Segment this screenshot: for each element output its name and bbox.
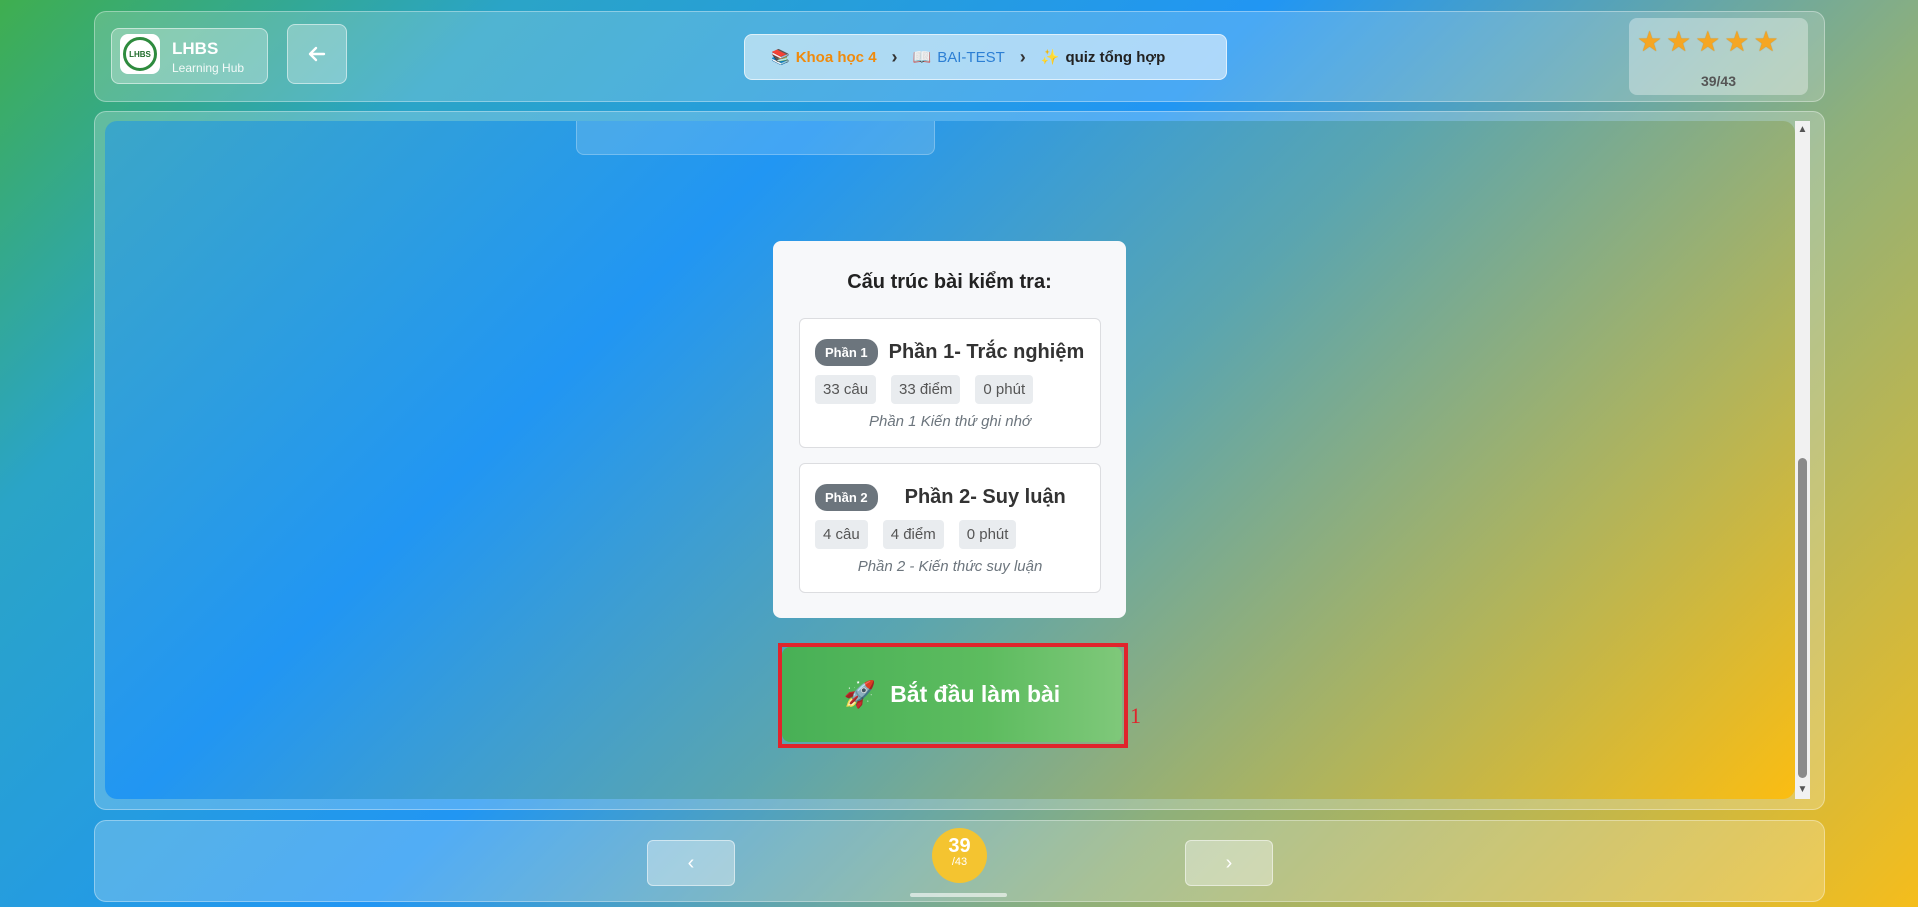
section-badge: Phần 2 xyxy=(815,484,878,511)
star-icon: ★ xyxy=(1724,26,1750,57)
breadcrumb-label: quiz tổng hợp xyxy=(1065,48,1166,66)
chevron-right-icon: › xyxy=(1019,46,1026,67)
app-logo[interactable]: LHBS LHBS Learning Hub xyxy=(111,28,268,84)
next-question-button[interactable]: › xyxy=(1185,840,1273,886)
rocket-icon: 🚀 xyxy=(843,679,877,709)
start-quiz-button[interactable]: 🚀 Bắt đầu làm bài xyxy=(782,647,1122,742)
scroll-up-arrow-icon[interactable]: ▲ xyxy=(1795,123,1810,137)
section-title: Phần 2- Suy luận xyxy=(904,486,1066,508)
points-chip: 4 điểm xyxy=(882,520,944,549)
start-button-label: Bắt đầu làm bài xyxy=(890,681,1061,707)
breadcrumb: 📚 Khoa học 4 › 📖 BAI-TEST › ✨ quiz tổng … xyxy=(744,34,1227,80)
chevron-right-icon: › xyxy=(1225,851,1233,874)
sparkles-icon: ✨ xyxy=(1040,49,1060,66)
star-icon: ★ xyxy=(1637,26,1663,57)
star-icon: ★ xyxy=(1666,26,1692,57)
chevron-right-icon: › xyxy=(891,46,898,67)
question-count-chip: 4 câu xyxy=(815,520,868,549)
logo-badge: LHBS xyxy=(120,34,160,74)
question-count-chip: 33 câu xyxy=(815,375,877,404)
section-card-part-1: Phần 1 Phần 1- Trắc nghiệm 33 câu 33 điể… xyxy=(799,318,1101,448)
breadcrumb-item-lesson[interactable]: 📖 BAI-TEST xyxy=(912,48,1005,67)
breadcrumb-label: BAI-TEST xyxy=(937,48,1005,66)
top-header: LHBS LHBS Learning Hub 📚 Khoa học 4 › 📖 … xyxy=(94,11,1825,102)
duration-chip: 0 phút xyxy=(975,375,1034,404)
bottom-navigation: ‹ 39 /43 › xyxy=(94,820,1825,902)
arrow-left-icon xyxy=(308,46,326,62)
progress-count: 39/43 xyxy=(1700,73,1737,89)
section-title: Phần 1- Trắc nghiệm xyxy=(888,341,1085,363)
annotation-number: 1 xyxy=(1130,703,1141,728)
breadcrumb-item-quiz: ✨ quiz tổng hợp xyxy=(1040,48,1166,67)
quiz-structure-card: Cấu trúc bài kiểm tra: Phần 1 Phần 1- Tr… xyxy=(773,241,1126,618)
section-description: Phần 1 Kiến thứ ghi nhớ xyxy=(868,413,1032,430)
app-subtitle: Learning Hub xyxy=(172,61,245,75)
breadcrumb-item-course[interactable]: 📚 Khoa học 4 xyxy=(771,48,877,67)
open-book-icon: 📖 xyxy=(912,49,932,66)
logo-emblem-icon: LHBS xyxy=(123,37,157,71)
app-name: LHBS xyxy=(172,39,219,58)
section-badge: Phần 1 xyxy=(815,339,878,366)
logo-badge-text: LHBS xyxy=(129,49,151,59)
points-chip: 33 điểm xyxy=(891,375,961,404)
progress-stars: ★ ★ ★ ★ ★ 39/43 xyxy=(1629,18,1808,95)
total-questions: /43 xyxy=(951,856,968,868)
previous-question-button[interactable]: ‹ xyxy=(647,840,735,886)
content-top-panel xyxy=(576,121,935,155)
star-icon: ★ xyxy=(1753,26,1779,57)
current-question-number: 39 xyxy=(948,835,971,857)
star-icon: ★ xyxy=(1695,26,1721,57)
chevron-left-icon: ‹ xyxy=(687,851,695,874)
back-button[interactable] xyxy=(287,24,347,84)
scrollbar-thumb[interactable] xyxy=(1798,458,1807,778)
breadcrumb-label: Khoa học 4 xyxy=(795,48,877,66)
card-title: Cấu trúc bài kiểm tra: xyxy=(847,271,1052,293)
duration-chip: 0 phút xyxy=(958,520,1017,549)
scroll-down-arrow-icon[interactable]: ▼ xyxy=(1795,783,1810,797)
page-indicator-underline xyxy=(910,893,1007,897)
books-icon: 📚 xyxy=(771,49,790,66)
section-description: Phần 2 - Kiến thức suy luận xyxy=(857,558,1043,575)
current-question-indicator: 39 /43 xyxy=(932,828,987,883)
stars-row: ★ ★ ★ ★ ★ xyxy=(1637,28,1779,56)
vertical-scrollbar[interactable]: ▲ ▼ xyxy=(1795,121,1810,799)
section-card-part-2: Phần 2 Phần 2- Suy luận 4 câu 4 điểm 0 p… xyxy=(799,463,1101,593)
